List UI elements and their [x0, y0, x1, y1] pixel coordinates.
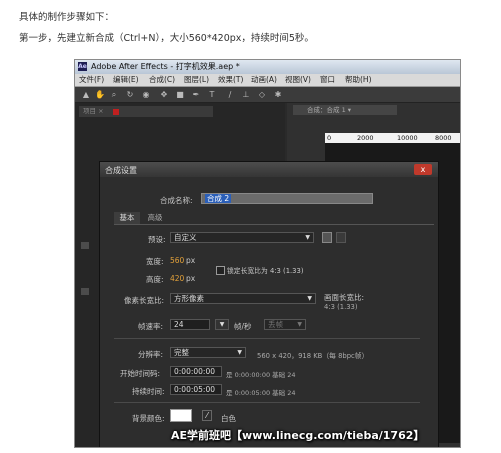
fps-label: 帧速率: [138, 322, 164, 331]
menu-bar: 文件(F) 编辑(E) 合成(C) 图层(L) 效果(T) 动画(A) 视图(V… [75, 74, 460, 87]
layer-icon [81, 288, 89, 295]
pixel-ratio-dropdown[interactable]: 方形像素 ▼ [170, 293, 316, 304]
divider [114, 402, 420, 403]
zoom-tool-icon[interactable]: ⌕ [109, 89, 119, 100]
menu-edit[interactable]: 编辑(E) [113, 74, 139, 86]
resolution-value: 完整 [174, 348, 189, 357]
eraser-tool-icon[interactable]: ◇ [257, 89, 267, 100]
ruler-label: 10000 [397, 134, 418, 142]
chevron-down-icon: ▼ [305, 234, 310, 241]
width-value[interactable]: 560 [170, 256, 184, 265]
preset-value: 自定义 [174, 233, 197, 242]
chevron-down-icon: ▼ [297, 321, 302, 328]
duration-value: 0:00:05:00 [174, 385, 215, 394]
intro-line-1: 具体的制作步骤如下： [19, 12, 115, 23]
menu-animation[interactable]: 动画(A) [251, 74, 277, 86]
stamp-tool-icon[interactable]: ⊥ [241, 89, 251, 100]
window-title: Adobe After Effects - 打字机效果.aep * [91, 62, 240, 71]
tools-panel: ▲ ✋ ⌕ ↻ ◉ ✥ ■ ✒ T ∕ ⊥ ◇ ✱ [75, 87, 460, 103]
lock-ratio-label: 锁定长宽比为 4:3 (1.33) [227, 267, 304, 275]
chevron-down-icon: ▼ [237, 349, 242, 356]
lock-ratio-checkbox[interactable] [216, 266, 225, 275]
window-titlebar: Ae Adobe After Effects - 打字机效果.aep * [75, 60, 460, 74]
frame-ratio-value: 4:3 (1.33) [324, 303, 358, 311]
height-label: 高度: [146, 275, 164, 284]
divider [114, 338, 420, 339]
resolution-label: 分辨率: [138, 350, 164, 359]
preset-dropdown[interactable]: 自定义 ▼ [170, 232, 314, 243]
fps-value: 24 [174, 320, 184, 329]
menu-help[interactable]: 帮助(H) [345, 74, 372, 86]
ruler-label: 2000 [357, 134, 374, 142]
start-timecode-value: 0:00:00:00 [174, 367, 215, 376]
pixel-ratio-label: 像素长宽比: [124, 296, 165, 305]
preset-label: 预设: [148, 235, 166, 244]
background-color-label: 背景颜色: [132, 414, 165, 423]
timeline-ruler: 0 2000 10000 8000 [325, 133, 460, 143]
pixel-ratio-value: 方形像素 [174, 294, 204, 303]
menu-composition[interactable]: 合成(C) [149, 74, 175, 86]
camera-tool-icon[interactable]: ◉ [141, 89, 151, 100]
delete-preset-icon[interactable] [336, 232, 346, 243]
project-panel-tab[interactable]: 项目 × [79, 106, 213, 117]
effect-controls-icon [113, 109, 119, 115]
menu-file[interactable]: 文件(F) [79, 74, 104, 86]
selection-tool-icon[interactable]: ▲ [81, 89, 91, 100]
background-color-name: 白色 [221, 414, 236, 423]
menu-layer[interactable]: 图层(L) [184, 74, 209, 86]
height-unit: px [186, 274, 196, 283]
duration-info: 是 0:00:05:00 基础 24 [226, 389, 296, 397]
mask-tool-icon[interactable]: ■ [175, 89, 185, 100]
puppet-tool-icon[interactable]: ✱ [273, 89, 283, 100]
menu-view[interactable]: 视图(V) [285, 74, 311, 86]
comp-name-input[interactable]: 合成 2 [201, 193, 373, 204]
ruler-label: 0 [327, 134, 332, 142]
save-preset-icon[interactable] [322, 232, 332, 243]
ae-screenshot: Ae Adobe After Effects - 打字机效果.aep * 文件(… [74, 59, 461, 448]
fps-unit: 帧/秒 [234, 322, 252, 331]
duration-label: 持续时间: [132, 387, 165, 396]
tab-basic[interactable]: 基本 [114, 212, 140, 224]
comp-name-label: 合成名称: [160, 196, 193, 205]
composition-tab[interactable]: 合成：合成 1 ▾ [293, 105, 397, 115]
duration-input[interactable]: 0:00:05:00 [170, 384, 222, 395]
start-timecode-label: 开始时间码: [120, 369, 161, 378]
width-label: 宽度: [146, 257, 164, 266]
menu-effect[interactable]: 效果(T) [218, 74, 243, 86]
height-value[interactable]: 420 [170, 274, 184, 283]
rotate-tool-icon[interactable]: ↻ [125, 89, 135, 100]
type-tool-icon[interactable]: T [207, 89, 217, 100]
comp-name-value: 合成 2 [205, 194, 232, 203]
intro-line-2: 第一步，先建立新合成（Ctrl+N），大小560*420px，持续时间5秒。 [19, 33, 314, 44]
width-unit: px [186, 256, 196, 265]
ruler-label: 8000 [435, 134, 452, 142]
chevron-down-icon: ▼ [307, 295, 312, 302]
fps-input[interactable]: 24 [170, 319, 210, 330]
after-effects-logo-icon: Ae [78, 62, 87, 71]
dialog-titlebar: 合成设置 x [100, 162, 438, 177]
menu-window[interactable]: 窗口 [320, 74, 335, 86]
pen-tool-icon[interactable]: ✒ [191, 89, 201, 100]
start-timecode-input[interactable]: 0:00:00:00 [170, 366, 222, 377]
dialog-tabs: 基本 高级 [114, 212, 434, 225]
brush-tool-icon[interactable]: ∕ [225, 89, 235, 100]
layer-icon [81, 242, 89, 249]
tab-advanced[interactable]: 高级 [141, 212, 169, 224]
start-timecode-info: 是 0:00:00:00 基础 24 [226, 371, 296, 379]
drop-frame-value: 丢帧 [268, 320, 283, 329]
pan-behind-tool-icon[interactable]: ✥ [159, 89, 169, 100]
resolution-info: 560 x 420，918 KB（每 8bpc帧） [257, 352, 369, 360]
hand-tool-icon[interactable]: ✋ [95, 89, 105, 100]
drop-frame-dropdown[interactable]: 丢帧 ▼ [264, 319, 306, 330]
resolution-dropdown[interactable]: 完整 ▼ [170, 347, 246, 358]
frame-ratio-label: 画面长宽比: [324, 293, 365, 302]
dialog-title: 合成设置 [105, 166, 137, 175]
close-button[interactable]: x [414, 164, 432, 175]
composition-settings-dialog: 合成设置 x 合成名称: 合成 2 基本 高级 预设: 自定义 ▼ 宽度: 56… [99, 161, 439, 447]
fps-dropdown-icon[interactable]: ▼ [215, 319, 229, 330]
watermark-text: AE学前班吧【www.linecg.com/tieba/1762】 [171, 429, 425, 442]
eyedropper-icon[interactable]: ⁄ [202, 410, 212, 421]
background-color-swatch[interactable] [170, 409, 192, 422]
